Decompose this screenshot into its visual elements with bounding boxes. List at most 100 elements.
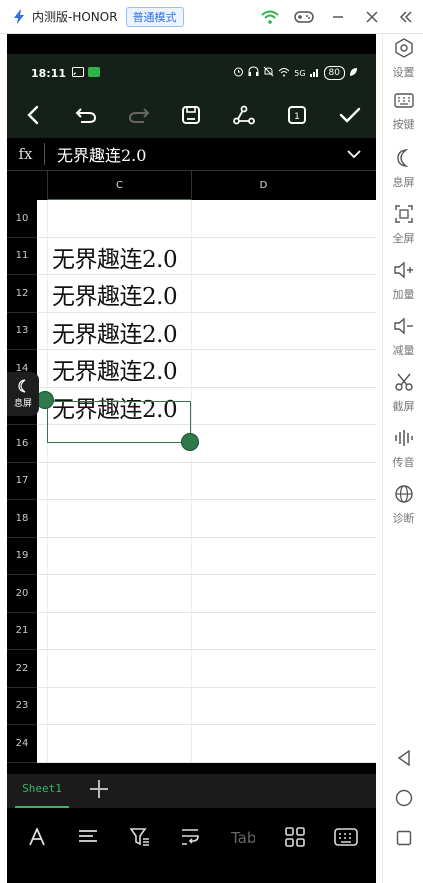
- add-sheet-icon[interactable]: [89, 778, 109, 804]
- table-row: 11 无界趣连2.0: [7, 237, 376, 275]
- wifi-icon[interactable]: [253, 0, 287, 34]
- nav-recents-icon[interactable]: [383, 823, 423, 853]
- screen-off-floating-button[interactable]: 息屏: [7, 372, 39, 416]
- cell-c[interactable]: 无界趣连2.0: [52, 315, 178, 349]
- grid-layout-icon[interactable]: [275, 817, 315, 857]
- row-number[interactable]: 21: [7, 612, 37, 650]
- nav-back-icon[interactable]: [383, 743, 423, 773]
- column-header-c[interactable]: C: [47, 171, 191, 201]
- undo-button[interactable]: [69, 98, 103, 132]
- confirm-button[interactable]: [333, 98, 367, 132]
- side-label-screenshot: 截屏: [392, 400, 415, 413]
- table-row: 19: [7, 537, 376, 575]
- row-cells[interactable]: [37, 725, 376, 763]
- wechat-icon: [88, 66, 101, 80]
- selection-range[interactable]: [47, 401, 191, 443]
- share-button[interactable]: [227, 98, 261, 132]
- row-number[interactable]: 10: [7, 200, 37, 238]
- row-cells[interactable]: [37, 612, 376, 650]
- column-divider: [47, 312, 48, 349]
- row-number[interactable]: 13: [7, 312, 37, 350]
- app-root: 内测版-HONOR 普通模式 18:11 5G 80 1 fx 无界趣连2.0 …: [0, 0, 423, 883]
- tab-text-icon[interactable]: Tab: [223, 817, 263, 857]
- save-button[interactable]: [174, 98, 208, 132]
- row-cells[interactable]: [37, 500, 376, 538]
- collapse-panel-icon[interactable]: [389, 0, 423, 34]
- side-settings[interactable]: 设置: [383, 38, 423, 82]
- cell-c[interactable]: 无界趣连2.0: [52, 352, 178, 386]
- redo-button[interactable]: [122, 98, 156, 132]
- cell-c[interactable]: 无界趣连2.0: [52, 240, 178, 274]
- row-cells[interactable]: 无界趣连2.0: [37, 350, 376, 388]
- spreadsheet-grid[interactable]: 1011无界趣连2.012无界趣连2.013无界趣连2.014无界趣连2.015…: [7, 200, 376, 774]
- battery-indicator: 80: [323, 66, 345, 80]
- row-cells[interactable]: [37, 687, 376, 725]
- row-number[interactable]: 16: [7, 425, 37, 463]
- side-screen-off[interactable]: 息屏: [383, 148, 423, 192]
- audio-wave-icon: [394, 428, 414, 452]
- side-volume-down[interactable]: 减量: [383, 316, 423, 360]
- row-number[interactable]: 12: [7, 275, 37, 313]
- row-number[interactable]: 20: [7, 575, 37, 613]
- row-cells[interactable]: [37, 575, 376, 613]
- formula-input[interactable]: 无界趣连2.0: [57, 142, 146, 166]
- close-icon[interactable]: [355, 0, 389, 34]
- filter-icon[interactable]: [120, 817, 160, 857]
- column-divider: [47, 237, 48, 274]
- row-cells[interactable]: [37, 462, 376, 500]
- row-cells[interactable]: 无界趣连2.0: [37, 312, 376, 350]
- row-cells[interactable]: 无界趣连2.0: [37, 275, 376, 313]
- chevron-down-icon[interactable]: [346, 144, 362, 163]
- table-row: 17: [7, 462, 376, 500]
- side-screenshot[interactable]: 截屏: [383, 372, 423, 416]
- row-number[interactable]: 17: [7, 462, 37, 500]
- column-divider: [47, 725, 48, 762]
- host-title-bar: 内测版-HONOR 普通模式: [0, 0, 423, 34]
- mode-badge[interactable]: 普通模式: [125, 6, 184, 27]
- row-number[interactable]: 18: [7, 500, 37, 538]
- host-window-controls: [253, 0, 423, 34]
- mute-icon: [263, 66, 274, 80]
- scissors-icon: [394, 372, 414, 396]
- column-divider: [191, 687, 192, 724]
- side-diagnose[interactable]: 诊断: [383, 484, 423, 528]
- row-number[interactable]: 19: [7, 537, 37, 575]
- row-number[interactable]: 24: [7, 725, 37, 763]
- gamepad-icon[interactable]: [287, 0, 321, 34]
- side-fullscreen[interactable]: 全屏: [383, 204, 423, 248]
- nav-home-icon[interactable]: [383, 783, 423, 813]
- sheet-tab[interactable]: Sheet1: [15, 774, 69, 808]
- settings-icon: [394, 38, 414, 62]
- row-number[interactable]: 22: [7, 650, 37, 688]
- side-volume-up[interactable]: 加量: [383, 260, 423, 304]
- minimize-icon[interactable]: [321, 0, 355, 34]
- keyboard-icon[interactable]: [326, 817, 366, 857]
- row-cells[interactable]: [37, 200, 376, 238]
- volume-down-icon: [393, 316, 415, 340]
- cell-c[interactable]: 无界趣连2.0: [52, 277, 178, 311]
- cast-icon: [72, 66, 85, 80]
- side-keys[interactable]: 按键: [383, 92, 423, 136]
- page-count-button[interactable]: 1: [280, 98, 314, 132]
- selection-handle-end[interactable]: [181, 433, 199, 451]
- column-header-d[interactable]: D: [191, 171, 335, 201]
- wrap-text-icon[interactable]: [171, 817, 211, 857]
- column-divider: [191, 650, 192, 687]
- row-cells[interactable]: [37, 650, 376, 688]
- side-audio[interactable]: 传音: [383, 428, 423, 472]
- row-cells[interactable]: [37, 537, 376, 575]
- column-divider: [191, 387, 192, 424]
- column-divider: [191, 237, 192, 274]
- row-number[interactable]: 23: [7, 687, 37, 725]
- formula-bar[interactable]: fx 无界趣连2.0: [7, 138, 376, 170]
- alarm-icon: [233, 66, 244, 80]
- corner-cell[interactable]: [7, 171, 37, 201]
- back-button[interactable]: [16, 98, 50, 132]
- font-icon[interactable]: [17, 817, 57, 857]
- phone-screen: 18:11 5G 80 1 fx 无界趣连2.0 C D 10 11 无界趣连2…: [7, 34, 376, 883]
- side-label-fullscreen: 全屏: [392, 232, 415, 245]
- column-divider: [47, 687, 48, 724]
- align-left-icon[interactable]: [68, 817, 108, 857]
- row-cells[interactable]: 无界趣连2.0: [37, 237, 376, 275]
- row-number[interactable]: 11: [7, 237, 37, 275]
